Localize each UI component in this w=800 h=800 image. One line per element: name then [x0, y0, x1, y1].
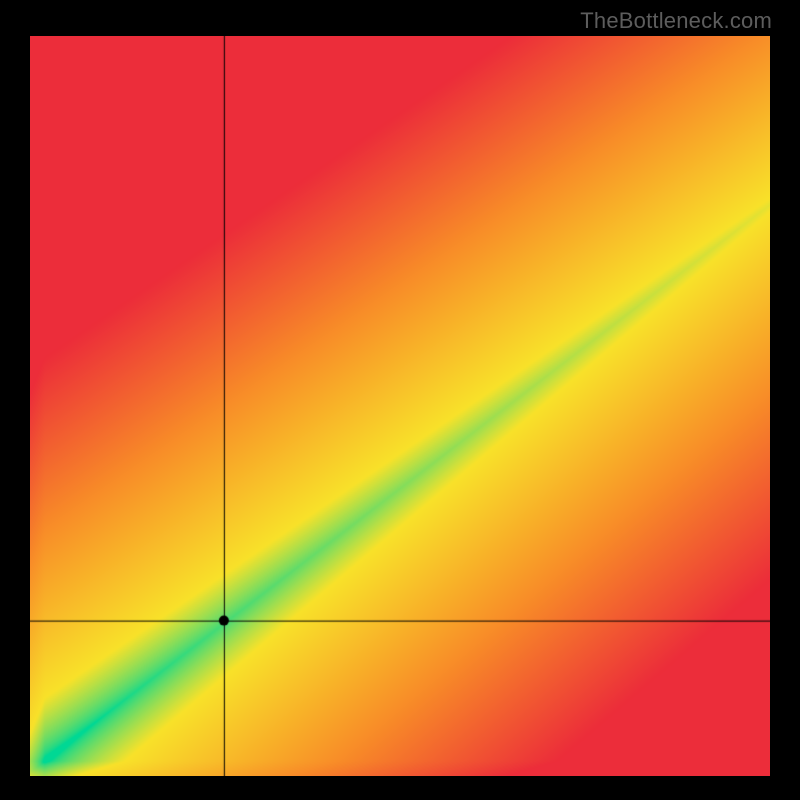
- plot-area: [30, 36, 770, 776]
- chart-frame: TheBottleneck.com: [0, 0, 800, 800]
- bottleneck-heatmap: [30, 36, 770, 776]
- watermark-text: TheBottleneck.com: [580, 8, 772, 34]
